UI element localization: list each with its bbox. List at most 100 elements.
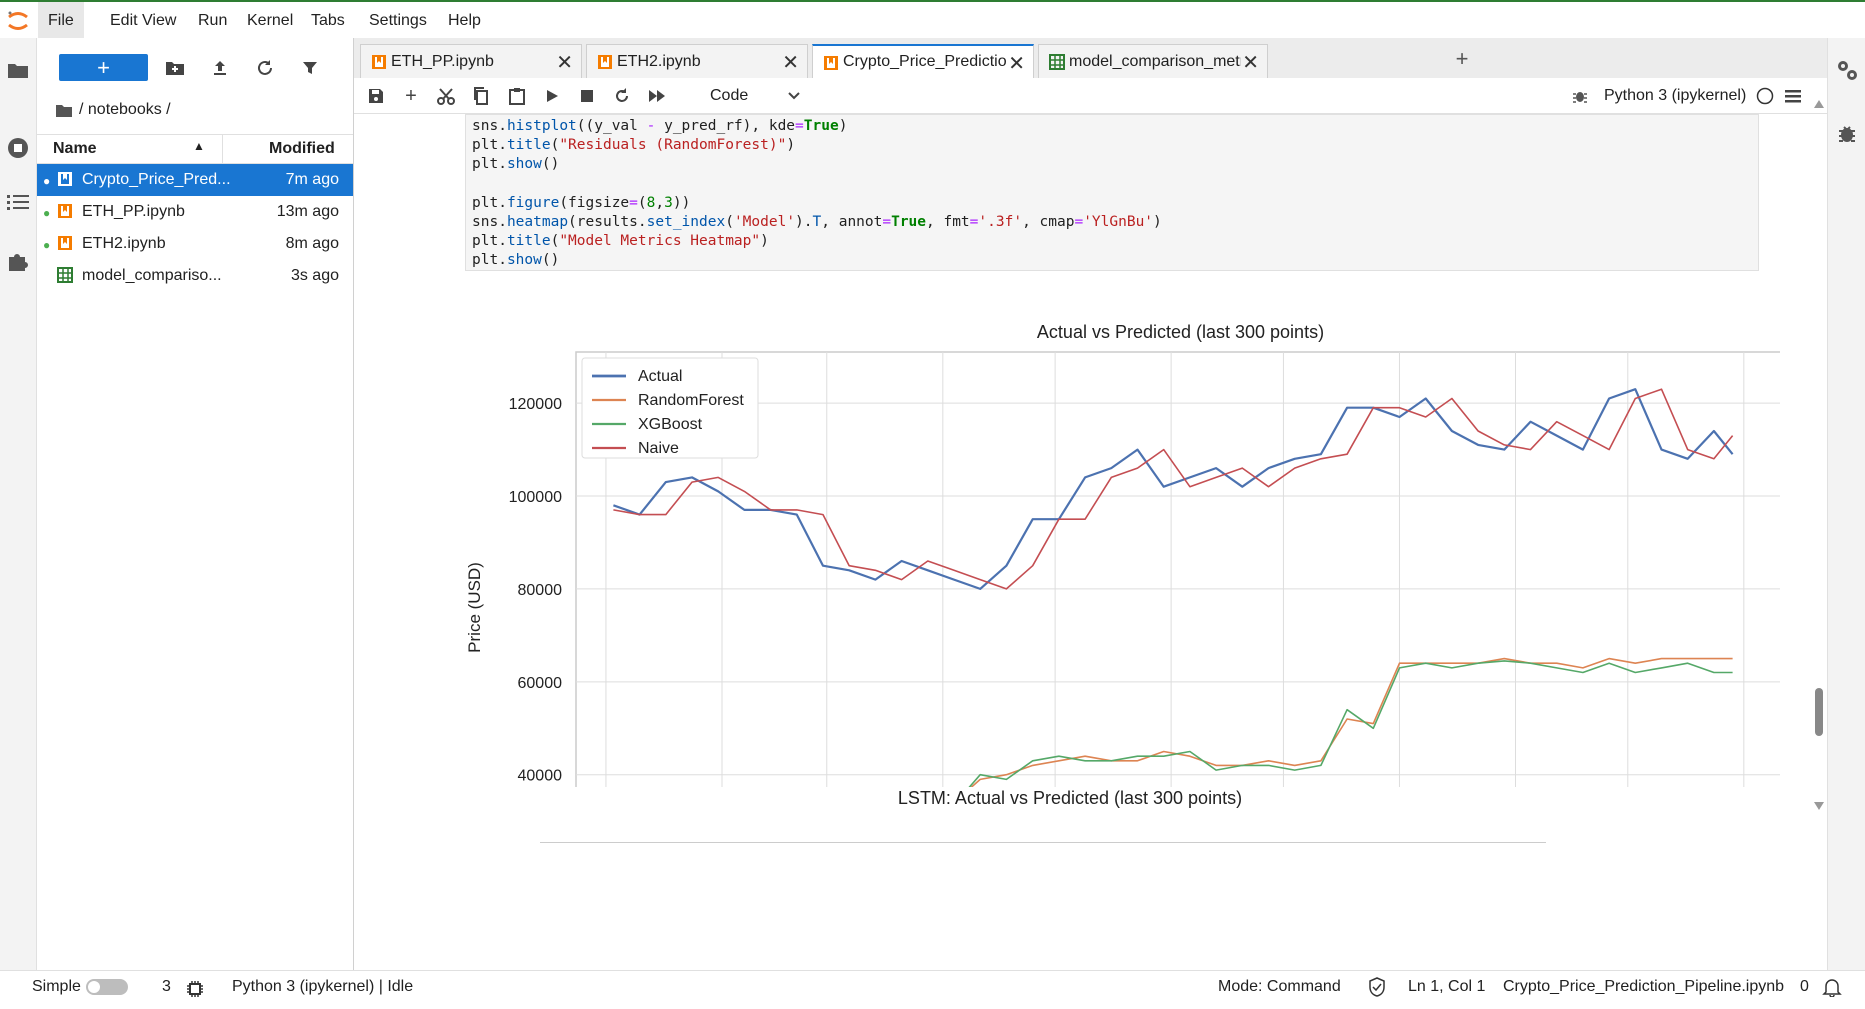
- column-name-header[interactable]: Name: [53, 140, 97, 158]
- folder-icon: [56, 104, 72, 117]
- tab-label: model_comparison_metrics.c: [1069, 52, 1241, 70]
- file-name[interactable]: ETH_PP.ipynb: [82, 203, 252, 221]
- menu-run[interactable]: Run: [188, 2, 237, 40]
- file-modified: 8m ago: [285, 235, 339, 252]
- menu-bar: File Edit View Run Kernel Tabs Settings Help: [0, 0, 1865, 40]
- breadcrumb-path[interactable]: / notebooks /: [79, 98, 171, 122]
- close-tab-icon[interactable]: ✕: [556, 50, 573, 75]
- file-name[interactable]: model_compariso...: [82, 267, 252, 285]
- restart-kernel-icon[interactable]: [608, 82, 636, 110]
- jupyter-logo-icon: [8, 11, 28, 30]
- debugger-toggle-icon[interactable]: [1566, 82, 1594, 110]
- legend-label: RandomForest: [638, 392, 744, 409]
- debugger-icon[interactable]: [1833, 120, 1861, 148]
- refresh-icon[interactable]: [251, 54, 279, 82]
- cursor-position[interactable]: Ln 1, Col 1: [1408, 971, 1485, 1002]
- y-tick-label: 80000: [518, 582, 563, 599]
- close-tab-icon[interactable]: ✕: [782, 50, 799, 75]
- cell-type-value: Code: [710, 87, 749, 104]
- new-folder-icon[interactable]: [161, 54, 189, 82]
- actual-vs-predicted-chart: 2025-012025-022025-032025-042025-052025-…: [465, 322, 1780, 787]
- extension-manager-icon[interactable]: [4, 248, 32, 276]
- file-row[interactable]: model_compariso... 3s ago: [37, 260, 353, 292]
- tab-notebook[interactable]: Crypto_Price_Prediction_Pipe✕: [812, 44, 1034, 78]
- tab-csv[interactable]: model_comparison_metrics.c✕: [1038, 44, 1268, 78]
- notebook-icon: [824, 56, 838, 70]
- close-tab-icon[interactable]: ✕: [1008, 51, 1025, 76]
- breadcrumb[interactable]: / notebooks /: [55, 98, 171, 122]
- y-tick-label: 40000: [518, 768, 563, 785]
- file-row[interactable]: ● Crypto_Price_Pred... 7m ago: [37, 164, 353, 196]
- terminal-count[interactable]: 3: [162, 971, 171, 1002]
- file-modified: 3s ago: [290, 267, 339, 284]
- left-sidebar-tabs: [0, 38, 37, 970]
- main-dock-area: ETH_PP.ipynb ✕ ETH2.ipynb ✕ Crypto_Price_Pre…: [354, 38, 1827, 970]
- chevron-down-icon: [788, 92, 800, 100]
- file-row[interactable]: ● ETH2.ipynb 8m ago: [37, 228, 353, 260]
- tab-notebook[interactable]: ETH_PP.ipynb ✕: [360, 44, 582, 78]
- menu-tabs[interactable]: Tabs: [301, 2, 355, 40]
- code-line: plt.title("Model Metrics Heatmap"): [472, 233, 769, 250]
- current-file-name: Crypto_Price_Prediction_Pipeline.ipynb: [1503, 978, 1785, 995]
- kernel-name[interactable]: Python 3 (ipykernel): [1604, 84, 1746, 108]
- copy-icon[interactable]: [467, 82, 495, 110]
- add-tab-button[interactable]: +: [1447, 44, 1477, 74]
- editor-mode: Mode: Command: [1218, 978, 1341, 995]
- menu-file[interactable]: File: [38, 2, 84, 40]
- running-indicator-dot: ●: [43, 174, 51, 188]
- paste-icon[interactable]: [503, 82, 531, 110]
- running-kernels-icon[interactable]: [4, 134, 32, 162]
- notebook-panel: sns.histplot((y_val - y_pred_rf), kde=Tr…: [360, 114, 1810, 969]
- property-inspector-icon[interactable]: [1833, 56, 1861, 84]
- run-icon[interactable]: [538, 82, 566, 110]
- code-line: plt.show(): [472, 252, 560, 269]
- legend-label: Naive: [638, 440, 679, 457]
- column-divider: [222, 135, 223, 163]
- code-cell-editor[interactable]: sns.histplot((y_val - y_pred_rf), kde=Tr…: [465, 114, 1759, 271]
- cut-icon[interactable]: [432, 82, 460, 110]
- restart-run-all-icon[interactable]: [643, 82, 671, 110]
- save-icon[interactable]: [362, 82, 390, 110]
- kernel-status-idle-icon: [1751, 82, 1779, 110]
- file-modified: 7m ago: [285, 171, 339, 188]
- file-modified: 13m ago: [276, 203, 339, 220]
- file-name[interactable]: Crypto_Price_Pred...: [82, 171, 252, 189]
- table-of-contents-icon[interactable]: [4, 188, 32, 216]
- file-list-header: Name ▲ Modified: [37, 134, 353, 164]
- file-name[interactable]: ETH2.ipynb: [82, 235, 252, 253]
- stop-icon[interactable]: [573, 82, 601, 110]
- insert-cell-icon[interactable]: +: [397, 82, 425, 110]
- close-tab-icon[interactable]: ✕: [1242, 50, 1259, 75]
- menu-help[interactable]: Help: [438, 2, 491, 40]
- chart-title: Actual vs Predicted (last 300 points): [1037, 322, 1324, 342]
- menu-icon[interactable]: [1779, 82, 1807, 110]
- tab-notebook[interactable]: ETH2.ipynb ✕: [586, 44, 808, 78]
- status-bar: Simple 3 Python 3 (ipykernel) | Idle Mod…: [0, 970, 1865, 1002]
- y-tick-label: 120000: [509, 396, 562, 413]
- notification-count[interactable]: 0: [1800, 971, 1809, 1002]
- menu-kernel[interactable]: Kernel: [237, 2, 303, 40]
- filter-icon[interactable]: [296, 54, 324, 82]
- notebook-icon: [58, 172, 72, 186]
- simple-mode-toggle[interactable]: [86, 979, 128, 995]
- tab-label: ETH2.ipynb: [617, 52, 701, 70]
- y-tick-label: 100000: [509, 489, 562, 506]
- y-tick-label: 60000: [518, 675, 563, 692]
- menu-settings[interactable]: Settings: [359, 2, 437, 40]
- notebook-scrollbar[interactable]: [1814, 100, 1824, 810]
- legend-label: Actual: [638, 368, 682, 385]
- new-launcher-button[interactable]: +: [59, 54, 148, 81]
- notification-bell-icon[interactable]: [1822, 977, 1842, 998]
- tab-label: ETH_PP.ipynb: [391, 52, 494, 70]
- notebook-toolbar: + Code Python 3 (ipykernel): [354, 78, 1827, 114]
- kernel-status[interactable]: Python 3 (ipykernel) | Idle: [232, 971, 413, 1002]
- tab-bar: ETH_PP.ipynb ✕ ETH2.ipynb ✕ Crypto_Price_Pre…: [354, 38, 1827, 78]
- upload-icon[interactable]: [206, 54, 234, 82]
- notebook-icon: [372, 55, 386, 69]
- menu-view[interactable]: View: [132, 2, 186, 40]
- folder-icon[interactable]: [4, 56, 32, 84]
- trusted-shield-icon[interactable]: [1368, 977, 1386, 997]
- column-modified-header[interactable]: Modified: [269, 140, 335, 158]
- file-row[interactable]: ● ETH_PP.ipynb 13m ago: [37, 196, 353, 228]
- cell-type-dropdown[interactable]: Code: [704, 82, 820, 110]
